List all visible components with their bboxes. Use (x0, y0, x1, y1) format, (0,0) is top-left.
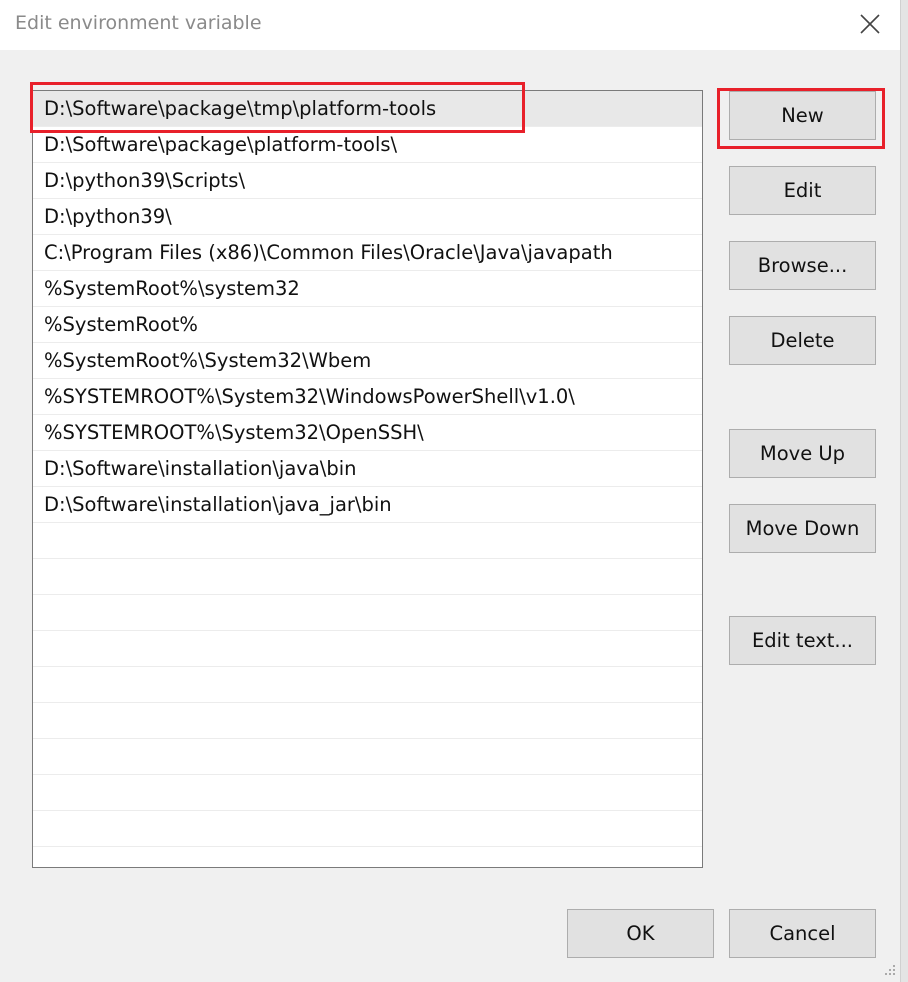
ok-button[interactable]: OK (567, 909, 714, 958)
empty-list-row[interactable] (33, 739, 702, 775)
empty-list-row[interactable] (33, 631, 702, 667)
empty-list-row[interactable] (33, 595, 702, 631)
list-item[interactable]: D:\Software\package\platform-tools\ (33, 127, 702, 163)
list-item[interactable]: D:\python39\Scripts\ (33, 163, 702, 199)
cancel-button[interactable]: Cancel (729, 909, 876, 958)
path-entries-list[interactable]: D:\Software\package\tmp\platform-tools D:… (32, 90, 703, 868)
edit-env-variable-dialog: Edit environment variable D:\Software\pa… (0, 0, 908, 982)
close-icon[interactable] (852, 6, 888, 42)
title-bar: Edit environment variable (0, 0, 900, 50)
list-item[interactable]: %SYSTEMROOT%\System32\OpenSSH\ (33, 415, 702, 451)
new-button[interactable]: New (729, 91, 876, 140)
edit-text-button[interactable]: Edit text... (729, 616, 876, 665)
background-window-edge (900, 0, 908, 982)
list-item[interactable]: %SystemRoot% (33, 307, 702, 343)
empty-list-row[interactable] (33, 523, 702, 559)
empty-list-row[interactable] (33, 667, 702, 703)
list-item[interactable]: %SYSTEMROOT%\System32\WindowsPowerShell\… (33, 379, 702, 415)
resize-grip-icon[interactable] (880, 960, 898, 978)
empty-list-row[interactable] (33, 559, 702, 595)
empty-list-row[interactable] (33, 775, 702, 811)
list-item[interactable]: %SystemRoot%\system32 (33, 271, 702, 307)
edit-button[interactable]: Edit (729, 166, 876, 215)
empty-list-row[interactable] (33, 811, 702, 847)
list-item[interactable]: %SystemRoot%\System32\Wbem (33, 343, 702, 379)
window-title: Edit environment variable (15, 12, 262, 34)
list-item[interactable]: D:\Software\installation\java\bin (33, 451, 702, 487)
list-item[interactable]: D:\Software\installation\java_jar\bin (33, 487, 702, 523)
list-item[interactable]: C:\Program Files (x86)\Common Files\Orac… (33, 235, 702, 271)
browse-button[interactable]: Browse... (729, 241, 876, 290)
list-item[interactable]: D:\python39\ (33, 199, 702, 235)
list-item[interactable]: D:\Software\package\tmp\platform-tools (33, 91, 702, 127)
empty-list-row[interactable] (33, 703, 702, 739)
delete-button[interactable]: Delete (729, 316, 876, 365)
move-down-button[interactable]: Move Down (729, 504, 876, 553)
move-up-button[interactable]: Move Up (729, 429, 876, 478)
